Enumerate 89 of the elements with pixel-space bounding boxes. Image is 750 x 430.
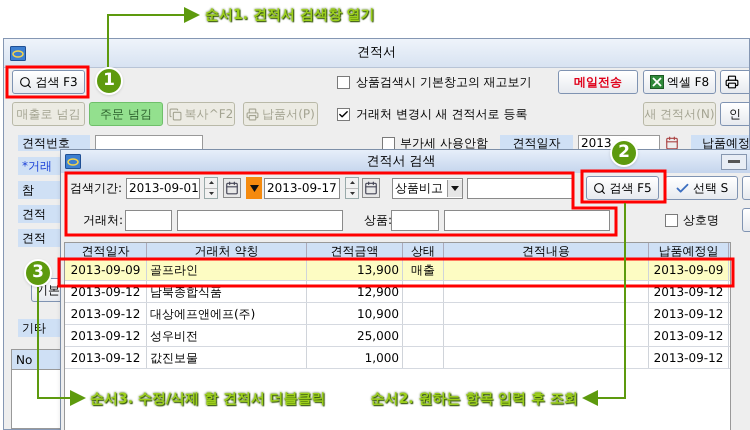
up-arrow-icon <box>350 181 354 184</box>
calendar-icon <box>665 136 679 150</box>
table-row[interactable]: 2013-09-12 대상에프앤에프(주) 10,900 2013-09-12 <box>65 303 730 325</box>
table-cell: 2013-09-12 <box>65 303 147 324</box>
spinner-control[interactable] <box>345 177 359 199</box>
search-button[interactable]: 검색 F3 <box>12 70 85 94</box>
date-field[interactable]: 2013-09-17 <box>264 178 340 198</box>
range-dropdown-button[interactable] <box>246 177 262 199</box>
column-header[interactable]: 견적내용 <box>444 243 649 258</box>
table-cell: 2013-09-12 <box>65 347 147 368</box>
dialog-title: 견적서 검색 <box>365 152 437 171</box>
product-code-field[interactable] <box>391 210 439 230</box>
action-button[interactable]: 주문 넘김 <box>89 102 163 126</box>
spreadsheet-icon <box>650 75 664 89</box>
checkbox[interactable] <box>382 136 395 150</box>
checkbox-label: 상호명 <box>683 212 719 229</box>
copy-icon <box>168 108 182 120</box>
column-header[interactable]: 견적금액 <box>307 243 403 258</box>
checkbox-label: 거래처 변경시 새 견적서로 등록 <box>356 106 528 123</box>
up-arrow-icon <box>208 181 214 184</box>
table-cell: 성우비전 <box>147 325 307 346</box>
keyword-field[interactable] <box>467 178 574 198</box>
table-cell: 대상에프앤에프(주) <box>147 303 307 324</box>
caret-icon <box>451 186 459 190</box>
column-header[interactable]: 거래처 약칭 <box>147 243 307 258</box>
vat-checkbox[interactable]: 부가세 사용안함 <box>382 134 495 152</box>
down-arrow-icon <box>208 192 214 195</box>
trade-name-checkbox[interactable]: 상호명 <box>665 211 737 229</box>
table-cell: 매출 <box>403 259 444 280</box>
table-cell: 12,900 <box>307 281 403 302</box>
toolbar-button[interactable]: 인 <box>720 102 749 126</box>
date-field[interactable]: 2013-09-01 <box>126 178 200 198</box>
checkbox-label: 상품검색시 기본창고의 재고보기 <box>356 74 532 91</box>
select-button[interactable]: 선택 S <box>665 176 738 200</box>
table-cell: 1,000 <box>307 347 403 368</box>
search-button[interactable]: 검색 F5 <box>586 176 659 200</box>
checkbox[interactable] <box>337 76 350 88</box>
search-icon <box>593 182 606 194</box>
mail-button[interactable]: 메일전송 <box>558 70 638 94</box>
table-cell: 2013-09-12 <box>65 281 147 302</box>
table-cell: 2013-09-12 <box>649 347 729 368</box>
calendar-button[interactable] <box>223 178 241 198</box>
app-logo-icon <box>10 46 26 60</box>
checkbox-label: 부가세 사용안함 <box>400 135 488 152</box>
field-label: 상품: <box>364 212 391 229</box>
step-annotation: 순서1. 견적서 검색창 열기 <box>205 6 375 25</box>
column-header[interactable]: 견적일자 <box>65 243 147 258</box>
partner-name-field[interactable] <box>177 210 343 230</box>
table-row[interactable]: 2013-09-12 성우비전 25,000 2013-09-12 <box>65 325 730 347</box>
table-cell: 10,900 <box>307 303 403 324</box>
table-row[interactable]: 2013-09-09 골프라인 13,900 매출 2013-09-09 <box>65 259 730 281</box>
printer-icon <box>246 108 260 120</box>
window-title: 견적서 <box>356 44 397 62</box>
calendar-icon <box>225 181 239 195</box>
print-button[interactable] <box>720 70 749 94</box>
table-cell: 2013-09-12 <box>649 325 729 346</box>
search-icon <box>19 76 32 88</box>
table-row[interactable]: 2013-09-12 값진보물 1,000 2013-09-12 <box>65 347 730 369</box>
calendar-button[interactable] <box>362 178 380 198</box>
register-checkbox[interactable]: 거래처 변경시 새 견적서로 등록 <box>337 105 637 123</box>
table-cell: 2013-09-12 <box>649 281 729 302</box>
printer-icon <box>725 75 739 89</box>
calendar-icon <box>364 181 378 195</box>
product-name-field[interactable] <box>444 210 610 230</box>
caret-icon <box>250 184 258 192</box>
table-cell: 2013-09-09 <box>649 259 729 280</box>
checkbox[interactable] <box>665 214 678 226</box>
field-label: 견적번호 <box>18 135 90 151</box>
partner-code-field[interactable] <box>125 210 172 230</box>
minimize-button[interactable] <box>721 154 747 170</box>
table-cell: 2013-09-09 <box>65 259 147 280</box>
table-cell: 골프라인 <box>147 259 307 280</box>
checkbox[interactable] <box>337 108 350 120</box>
step-annotation: 순서2. 원하는 항목 입력 후 조회 <box>370 390 578 409</box>
app-logo-icon <box>65 154 81 169</box>
spinner-control[interactable] <box>204 177 218 199</box>
table-cell: 2013-09-12 <box>65 325 147 346</box>
filter-select[interactable]: 상품비고 <box>392 178 463 198</box>
table-cell: 13,900 <box>307 259 403 280</box>
column-header[interactable]: 상태 <box>403 243 444 258</box>
table-cell: 2013-09-12 <box>649 303 729 324</box>
table-cell: 25,000 <box>307 325 403 346</box>
table-cell: 남북종합식품 <box>147 281 307 302</box>
step-annotation: 순서3. 수정/삭제 할 견적서 더블클릭 <box>90 390 326 409</box>
down-arrow-icon <box>350 192 354 195</box>
stock-checkbox[interactable]: 상품검색시 기본창고의 재고보기 <box>337 73 553 91</box>
column-header[interactable]: 납품예정일 <box>649 243 729 258</box>
excel-button[interactable]: 엑셀 F8 <box>643 70 716 94</box>
table-cell: 값진보물 <box>147 347 307 368</box>
